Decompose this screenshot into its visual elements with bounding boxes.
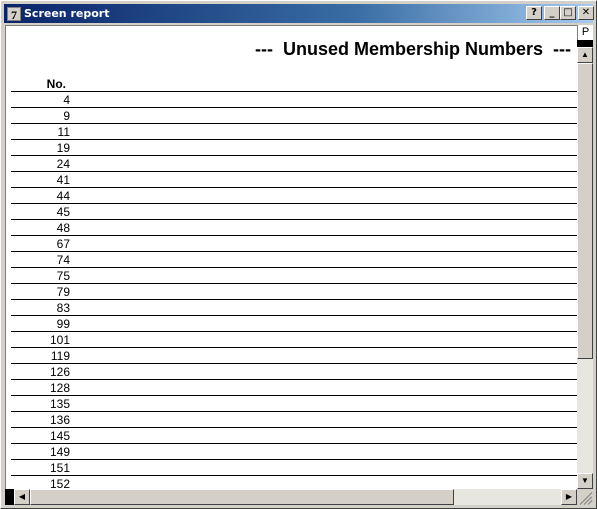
table-row: 24 bbox=[11, 156, 577, 172]
table-row: 99 bbox=[11, 316, 577, 332]
window-title: Screen report bbox=[24, 7, 110, 20]
table-row: 119 bbox=[11, 348, 577, 364]
table-row: 126 bbox=[11, 364, 577, 380]
membership-number-cell: 67 bbox=[56, 237, 70, 251]
membership-number-cell: 24 bbox=[56, 157, 70, 171]
membership-number-cell: 145 bbox=[49, 429, 70, 443]
table-row: 152 bbox=[11, 476, 577, 489]
table-row: 67 bbox=[11, 236, 577, 252]
report-title: --- Unused Membership Numbers --- bbox=[254, 39, 571, 59]
table-row: 75 bbox=[11, 268, 577, 284]
help-button[interactable]: ? bbox=[526, 6, 542, 20]
membership-number-cell: 119 bbox=[50, 349, 70, 363]
table-row: 128 bbox=[11, 380, 577, 396]
membership-number-cell: 41 bbox=[56, 173, 70, 187]
membership-number-cell: 48 bbox=[56, 221, 70, 235]
table-row: 9 bbox=[11, 108, 577, 124]
membership-number-cell: 83 bbox=[56, 301, 70, 315]
page-splitter[interactable] bbox=[577, 40, 593, 47]
scroll-right-button[interactable]: ▶ bbox=[561, 489, 577, 505]
table-row: 41 bbox=[11, 172, 577, 188]
table-row: 74 bbox=[11, 252, 577, 268]
scroll-left-button[interactable]: ◀ bbox=[14, 489, 30, 505]
table-row: 45 bbox=[11, 204, 577, 220]
report-content: --- Unused Membership Numbers --- No. 4 9… bbox=[5, 25, 577, 489]
membership-number-cell: 79 bbox=[56, 285, 70, 299]
horizontal-splitter[interactable] bbox=[5, 489, 14, 505]
close-button[interactable]: ✕ bbox=[578, 6, 594, 20]
scroll-up-button[interactable]: ▲ bbox=[577, 47, 593, 63]
minimize-button[interactable]: _ bbox=[544, 6, 560, 20]
table-row: 19 bbox=[11, 140, 577, 156]
page-tab[interactable]: P bbox=[577, 25, 593, 40]
horizontal-scrollbar[interactable]: ◀ ▶ bbox=[5, 489, 577, 505]
table-row: 149 bbox=[11, 444, 577, 460]
membership-number-cell: 44 bbox=[56, 189, 70, 203]
membership-number-cell: 128 bbox=[49, 381, 70, 395]
membership-number-cell: 11 bbox=[57, 125, 70, 139]
membership-number-cell: 151 bbox=[49, 461, 70, 475]
table-row: 79 bbox=[11, 284, 577, 300]
table-row: 136 bbox=[11, 412, 577, 428]
table-row: 11 bbox=[11, 124, 577, 140]
report-rows: 4 9 11 19 24 41 44 45 48 67 74 75 79 83 99 101 119 126 128… bbox=[11, 92, 577, 489]
membership-number-cell: 149 bbox=[49, 445, 70, 459]
membership-number-cell: 126 bbox=[49, 365, 70, 379]
app-icon[interactable]: 7 bbox=[7, 6, 21, 22]
membership-number-cell: 74 bbox=[56, 253, 70, 267]
column-header-no: No. bbox=[46, 77, 66, 91]
table-row: 151 bbox=[11, 460, 577, 476]
membership-number-cell: 135 bbox=[49, 397, 70, 411]
membership-number-cell: 99 bbox=[56, 317, 70, 331]
membership-number-cell: 4 bbox=[63, 93, 70, 107]
membership-number-cell: 152 bbox=[49, 477, 70, 489]
membership-number-cell: 75 bbox=[56, 269, 70, 283]
table-row: 135 bbox=[11, 396, 577, 412]
membership-number-cell: 45 bbox=[56, 205, 70, 219]
screen-report-window: 7 Screen report ? _ □ ✕ --- Unused Membe… bbox=[0, 0, 597, 509]
table-row: 4 bbox=[11, 92, 577, 108]
table-row: 145 bbox=[11, 428, 577, 444]
scroll-down-button[interactable]: ▼ bbox=[577, 473, 593, 489]
maximize-button[interactable]: □ bbox=[560, 6, 576, 20]
horizontal-scroll-thumb[interactable] bbox=[30, 489, 454, 505]
membership-number-cell: 136 bbox=[49, 413, 70, 427]
vertical-scrollbar[interactable]: P ▲ ▼ bbox=[577, 25, 593, 489]
resize-grip-icon[interactable] bbox=[577, 489, 593, 505]
membership-number-cell: 9 bbox=[63, 109, 70, 123]
table-row: 83 bbox=[11, 300, 577, 316]
table-row: 48 bbox=[11, 220, 577, 236]
membership-number-cell: 19 bbox=[56, 141, 70, 155]
table-row: 44 bbox=[11, 188, 577, 204]
table-row: 101 bbox=[11, 332, 577, 348]
membership-number-cell: 101 bbox=[49, 333, 70, 347]
vertical-scroll-thumb[interactable] bbox=[577, 63, 593, 359]
title-bar[interactable]: 7 Screen report ? _ □ ✕ bbox=[4, 4, 594, 23]
